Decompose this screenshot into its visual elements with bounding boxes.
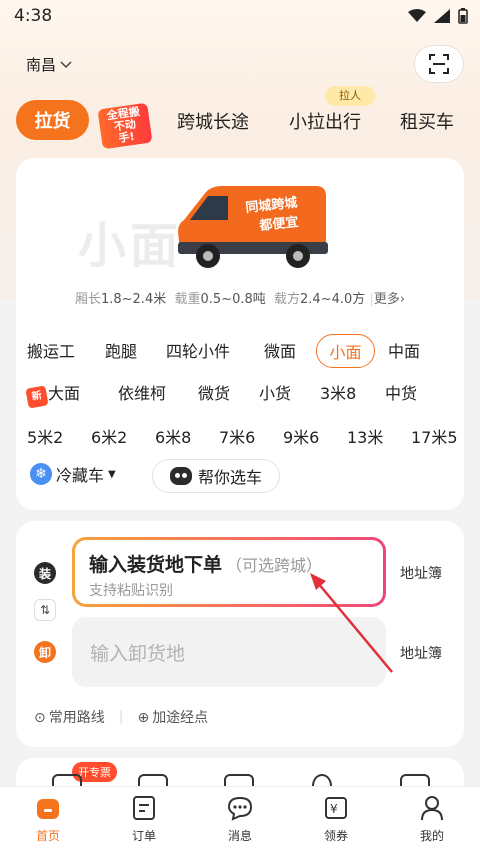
vehicle-option[interactable]: 6米8 [155, 424, 191, 448]
vehicle-option[interactable]: 9米6 [283, 424, 319, 448]
spec-load-label: 载重 [174, 292, 201, 307]
address-card: 装 ⇅ 卸 输入装货地下单 （可选跨城） 支持粘贴识别 地址簿 输入卸货地 地址簿… [16, 521, 464, 747]
vehicle-card: 小面 同城跨城 都便宜 厢长1.8~2.4米 载重0.5~0.8吨 载方2.4~… [16, 158, 464, 510]
vehicle-option[interactable]: 3米8 [320, 380, 356, 404]
vehicle-option-label: 大面 [48, 384, 81, 403]
spec-volume-value: 2.4~4.0方 [300, 292, 366, 307]
vehicle-row-2: 新大面 依维柯 微货 小货 3米8 中货 [16, 380, 464, 410]
common-routes-label: 常用路线 [48, 710, 105, 726]
nav-label: 消息 [227, 829, 252, 843]
route-links: ⊙ 常用路线 | ⊕ 加途经点 [34, 707, 209, 727]
vehicle-option[interactable]: 跑腿 [105, 338, 137, 362]
help-choose-label: 帮你选车 [197, 468, 262, 487]
spec-length-label: 厢长 [74, 292, 101, 307]
status-icons [408, 8, 468, 24]
chevron-right-icon: › [399, 292, 406, 307]
tab-promo-badge: 全程搬 不动手! [97, 102, 153, 150]
plus-circle-icon: ⊕ [137, 710, 150, 726]
spec-more-link[interactable]: 更多 [374, 292, 400, 307]
nav-label: 首页 [35, 829, 60, 843]
profile-icon [421, 796, 443, 821]
coupon-icon: ¥ [325, 797, 347, 819]
tab-rent-buy[interactable]: 租买车 [400, 108, 454, 134]
vehicle-option[interactable]: 17米5 [411, 424, 458, 448]
nav-label: 订单 [131, 829, 156, 843]
load-subtitle: 支持粘贴识别 [89, 583, 173, 599]
svg-text:¥: ¥ [330, 802, 338, 816]
category-tabs: 拉货 全程搬 不动手! 跨城长途 小拉出行 拉人 租买车 [0, 86, 480, 150]
vehicle-option[interactable]: 中面 [388, 338, 420, 362]
address-book-link[interactable]: 地址簿 [400, 643, 442, 663]
bottom-nav: 首页 订单 消息 ¥ 领券 我的 [0, 786, 480, 853]
tab-intercity[interactable]: 跨城长途 [177, 108, 249, 134]
scan-icon [429, 54, 449, 74]
unload-placeholder: 输入卸货地 [90, 643, 186, 665]
nav-messages[interactable]: 消息 [192, 793, 288, 844]
new-badge: 新 [25, 385, 49, 409]
order-icon [133, 796, 155, 820]
chevron-down-icon [60, 60, 72, 68]
van-image: 同城跨城 都便宜 [178, 186, 328, 268]
nav-orders[interactable]: 订单 [96, 793, 192, 844]
vehicle-specs: 厢长1.8~2.4米 载重0.5~0.8吨 载方2.4~4.0方 |更多› [74, 292, 406, 307]
spec-length-value: 1.8~2.4米 [100, 292, 167, 307]
vehicle-option[interactable]: 13米 [347, 424, 383, 448]
help-choose-button[interactable]: 帮你选车 [152, 459, 280, 493]
nav-label: 我的 [419, 829, 444, 843]
load-hint: （可选跨城） [226, 556, 323, 575]
nav-profile[interactable]: 我的 [384, 793, 480, 844]
vehicle-option[interactable]: 四轮小件 [166, 338, 230, 362]
load-address-input[interactable]: 输入装货地下单 （可选跨城） 支持粘贴识别 [72, 537, 386, 607]
swap-button[interactable]: ⇅ [34, 599, 56, 621]
vehicle-row-3: 5米2 6米2 6米8 7米6 9米6 13米 17米5 [16, 424, 464, 454]
cold-chain-label: 冷藏车 [56, 466, 105, 485]
vehicle-option-selected[interactable]: 小面 [316, 334, 375, 368]
location-pin-icon: ⊙ [34, 710, 46, 726]
vehicle-option[interactable]: 搬运工 [27, 338, 75, 362]
scan-button[interactable] [414, 45, 464, 83]
unload-address-input[interactable]: 输入卸货地 [72, 617, 386, 687]
vehicle-option[interactable]: 6米2 [91, 424, 127, 448]
vehicle-option[interactable]: 依维柯 [118, 380, 166, 404]
add-waypoint-link[interactable]: ⊕ 加途经点 [137, 707, 208, 727]
address-book-link[interactable]: 地址簿 [400, 563, 442, 583]
vehicle-option[interactable]: 中货 [385, 380, 417, 404]
caret-down-icon: ▼ [108, 468, 116, 480]
vehicle-option[interactable]: 5米2 [27, 424, 63, 448]
ride-tag: 拉人 [325, 86, 375, 106]
nav-label: 领券 [323, 829, 348, 843]
spec-load-value: 0.5~0.8吨 [200, 292, 266, 307]
tab-freight[interactable]: 拉货 [16, 100, 89, 140]
vehicle-option[interactable]: 7米6 [219, 424, 255, 448]
add-waypoint-label: 加途经点 [152, 710, 209, 726]
snowflake-icon: ❄ [30, 463, 52, 485]
cold-chain-selector[interactable]: ❄ 冷藏车 ▼ [30, 462, 116, 486]
city-name: 南昌 [26, 56, 57, 74]
status-time: 4:38 [14, 6, 53, 26]
vehicle-option[interactable]: 小货 [259, 380, 291, 404]
spec-volume-label: 载方 [274, 292, 301, 307]
vehicle-option[interactable]: 微货 [198, 380, 230, 404]
vehicle-option[interactable]: 微面 [264, 338, 296, 362]
wifi-icon [408, 9, 426, 22]
load-title-text: 输入装货地下单 [89, 554, 223, 576]
vehicle-row-1: 搬运工 跑腿 四轮小件 微面 小面 中面 [16, 334, 464, 368]
unload-dot: 卸 [34, 641, 56, 663]
vehicle-option[interactable]: 新大面 [25, 380, 81, 409]
tab-ride[interactable]: 小拉出行 [289, 108, 361, 134]
load-title: 输入装货地下单 （可选跨城） [89, 550, 322, 577]
robot-icon [169, 467, 192, 485]
battery-icon [458, 8, 468, 24]
message-icon [227, 796, 253, 821]
nav-coupons[interactable]: ¥ 领券 [288, 793, 384, 844]
status-bar: 4:38 [0, 0, 480, 34]
nav-home[interactable]: 首页 [0, 793, 96, 844]
signal-icon [434, 9, 450, 23]
city-selector[interactable]: 南昌 [26, 54, 72, 75]
home-icon [37, 799, 59, 819]
common-routes-link[interactable]: ⊙ 常用路线 [34, 707, 105, 727]
load-dot: 装 [34, 562, 56, 584]
